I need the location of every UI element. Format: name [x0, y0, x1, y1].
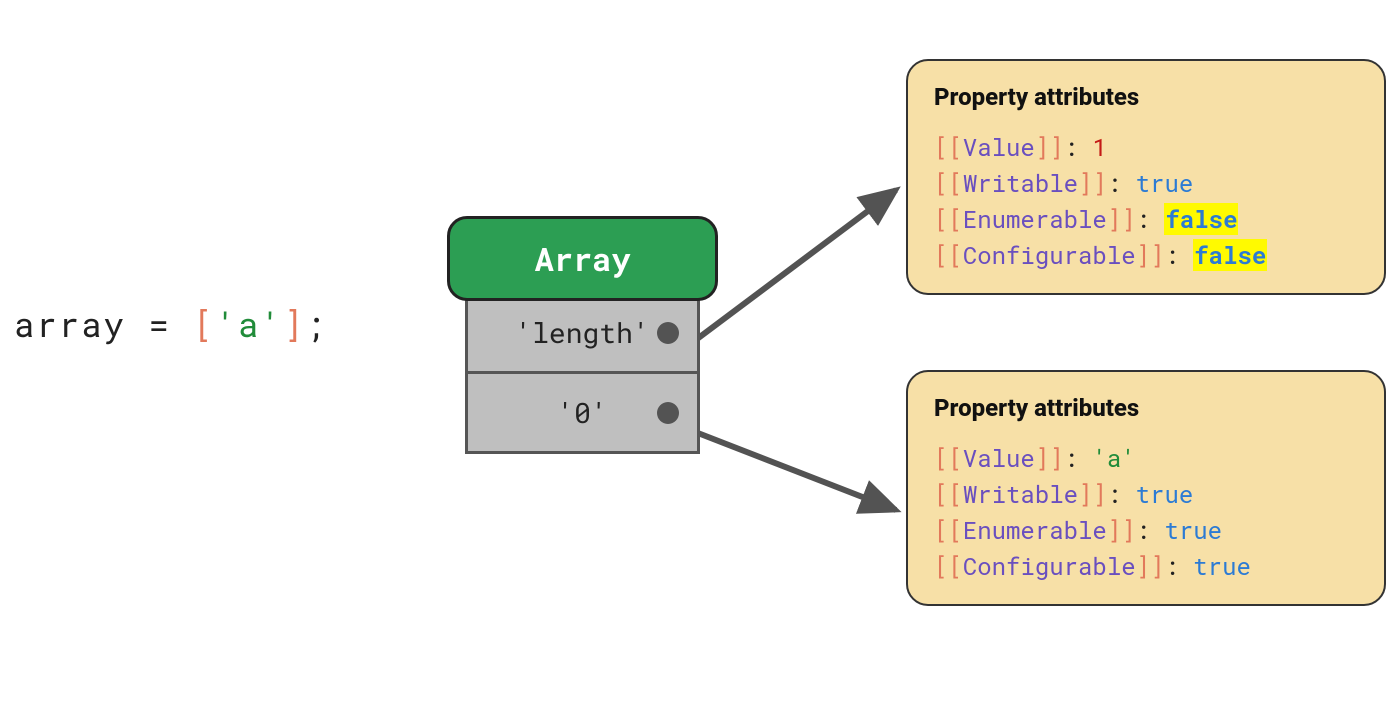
code-var: array: [14, 302, 126, 347]
object-row-label: '0': [557, 394, 607, 431]
attr-value: true: [1193, 550, 1251, 582]
attr-line-value: [[Value]]: 'a': [934, 440, 1358, 476]
attr-line-configurable: [[Configurable]]: true: [934, 548, 1358, 584]
panel-length-attributes: Property attributes [[Value]]: 1 [[Writa…: [906, 59, 1386, 295]
attr-value: 1: [1092, 131, 1106, 163]
attr-value: true: [1136, 478, 1194, 510]
panel-title: Property attributes: [934, 394, 1358, 422]
attr-value: 'a': [1092, 442, 1135, 474]
code-expression: array = ['a'];: [14, 302, 328, 347]
object-row-label: 'length': [515, 314, 649, 351]
panel-title: Property attributes: [934, 83, 1358, 111]
object-row-pointer-dot: [657, 322, 679, 344]
attr-line-writable: [[Writable]]: true: [934, 165, 1358, 201]
code-value: 'a': [216, 302, 283, 347]
panel-index0-attributes: Property attributes [[Value]]: 'a' [[Wri…: [906, 370, 1386, 606]
code-open-bracket: [: [193, 302, 215, 347]
object-row-index0: '0': [468, 371, 697, 451]
code-close-bracket: ]: [283, 302, 305, 347]
object-header: Array: [447, 216, 718, 301]
attr-line-enumerable: [[Enumerable]]: true: [934, 512, 1358, 548]
object-row-pointer-dot: [657, 402, 679, 424]
code-semicolon: ;: [305, 302, 327, 347]
attr-line-value: [[Value]]: 1: [934, 129, 1358, 165]
attr-line-enumerable: [[Enumerable]]: false: [934, 201, 1358, 237]
attr-value: true: [1136, 167, 1194, 199]
attr-value: true: [1164, 514, 1222, 546]
array-object-box: Array 'length' '0': [447, 216, 718, 454]
attr-line-writable: [[Writable]]: true: [934, 476, 1358, 512]
attr-line-configurable: [[Configurable]]: false: [934, 237, 1358, 273]
attr-value: false: [1164, 203, 1238, 235]
attr-value: false: [1193, 239, 1267, 271]
object-rows: 'length' '0': [465, 283, 700, 454]
code-equals: =: [148, 302, 170, 347]
